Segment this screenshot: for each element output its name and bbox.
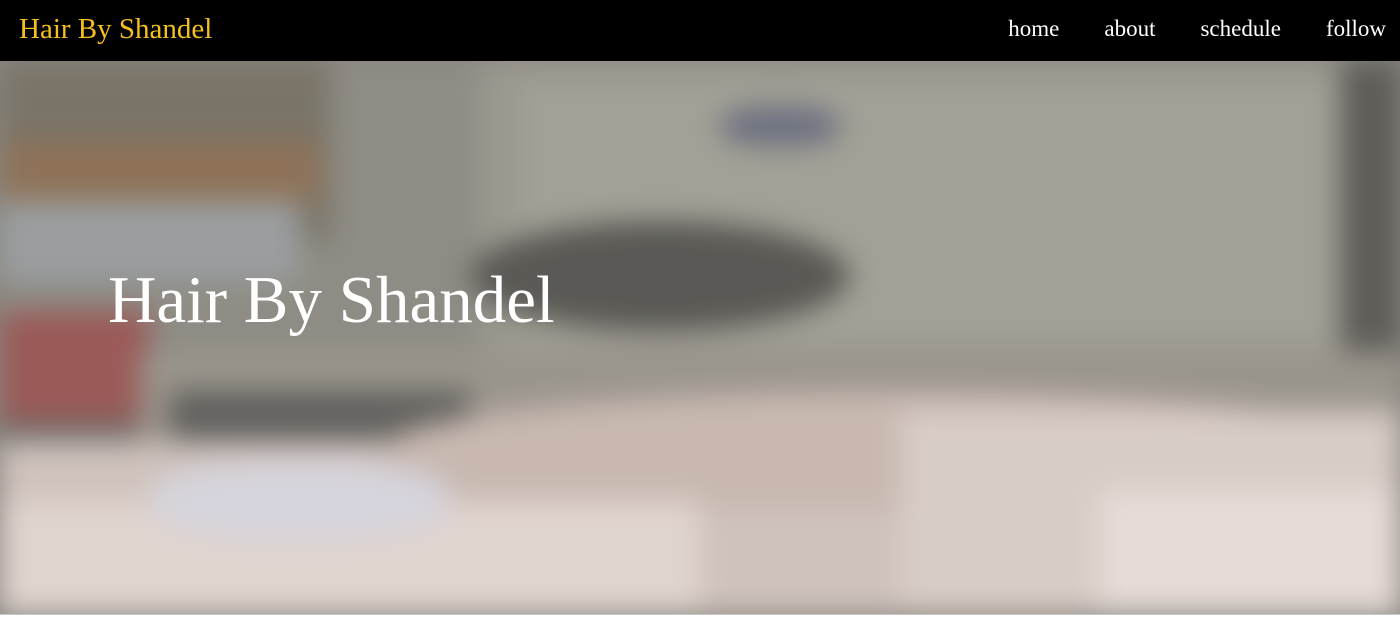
hero-section: Hair By Shandel <box>0 61 1400 614</box>
top-navbar: Hair By Shandel home about schedule foll… <box>0 0 1400 61</box>
nav-link-follow[interactable]: follow <box>1326 13 1386 45</box>
nav-link-home[interactable]: home <box>1008 13 1059 45</box>
nav-link-about[interactable]: about <box>1104 13 1155 45</box>
brand-logo-link[interactable]: Hair By Shandel <box>19 11 212 47</box>
hero-title: Hair By Shandel <box>108 263 555 337</box>
nav-link-schedule[interactable]: schedule <box>1200 13 1280 45</box>
section-divider <box>0 614 1400 615</box>
nav-links: home about schedule follow <box>963 13 1386 45</box>
